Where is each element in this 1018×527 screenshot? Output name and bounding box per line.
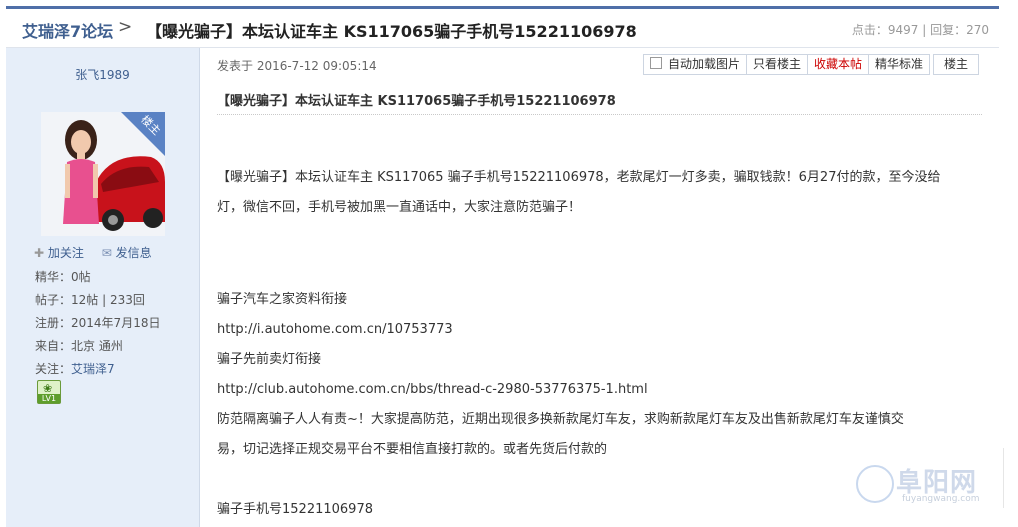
only-op-button[interactable]: 只看楼主 (745, 54, 807, 75)
floor-label-button[interactable]: 楼主 (932, 54, 979, 75)
phone-line: 骗子手机号15221106978 (217, 502, 373, 517)
stat-registered: 注册：2014年7月18日 (35, 314, 160, 331)
autohome-profile-link[interactable]: http://i.autohome.com.cn/10753773 (217, 315, 453, 345)
stat-value[interactable]: 艾瑞泽7 (71, 362, 115, 376)
author-username[interactable]: 张飞1989 (6, 66, 199, 83)
follow-label: 加关注 (47, 246, 84, 260)
watermark-domain: fuyangwang.com (902, 494, 980, 504)
stat-posts: 帖子：12帖 | 233回 (35, 291, 145, 308)
warning-line: 防范隔离骗子人人有责~！大家提高防范，近期出现很多换新款尾灯车友，求购新款尾灯车… (217, 412, 904, 427)
site-watermark: 阜阳网 fuyangwang.com (852, 462, 1002, 512)
forum-name-link[interactable]: 艾瑞泽7论坛 (22, 18, 113, 42)
floor-label: 楼主 (943, 57, 968, 71)
thread-header: 艾瑞泽7论坛 > 【曝光骗子】本坛认证车主 KS117065骗子手机号15221… (6, 9, 999, 48)
autoload-images-label: 自动加载图片 (667, 57, 740, 71)
replies-count: 270 (966, 23, 989, 37)
body-paragraph-line: 灯，微信不回，手机号被加黑一直通话中，大家注意防范骗子！ (217, 200, 582, 215)
author-actions: ✚ 加关注 ✉ 发信息 (34, 244, 166, 261)
scrollbar-fragment[interactable] (1003, 448, 1018, 508)
info-label: 骗子汽车之家资料衔接 (217, 292, 348, 307)
warning-line: 易，切记选择正规交易平台不要相信直接打款的。或者先货后付款的 (217, 442, 608, 457)
plus-icon: ✚ (34, 246, 45, 260)
level-badge: ❀ LV1 (37, 380, 61, 404)
views-label: 点击： (851, 23, 888, 37)
checkbox-icon[interactable] (649, 57, 662, 69)
breadcrumb-separator: > (118, 17, 133, 37)
watermark-logo-icon (856, 465, 894, 503)
favorite-button[interactable]: 收藏本帖 (806, 54, 868, 75)
stat-label: 精华： (35, 270, 72, 284)
author-sidebar: 张飞1989 楼主 ✚ 加关注 ✉ 发信息 精华：0帖 帖子：12帖 | 233… (6, 48, 200, 527)
autoload-images-toggle[interactable]: 自动加载图片 (642, 54, 746, 75)
views-count: 9497 (887, 23, 919, 37)
stat-value: 0帖 (71, 270, 91, 284)
post-toolbar: 自动加载图片 只看楼主 收藏本帖 精华标准 (642, 54, 930, 75)
stat-label: 帖子： (35, 293, 72, 307)
stat-following: 关注：艾瑞泽7 (35, 360, 115, 377)
sell-thread-link[interactable]: http://club.autohome.com.cn/bbs/thread-c… (217, 375, 648, 405)
send-message-button[interactable]: ✉ 发信息 (102, 246, 152, 260)
follow-button[interactable]: ✚ 加关注 (34, 246, 84, 260)
favorite-label: 收藏本帖 (813, 57, 862, 71)
sell-label: 骗子先前卖灯衔接 (217, 352, 322, 367)
level-label: LV1 (38, 394, 60, 403)
envelope-icon: ✉ (101, 246, 112, 260)
fine-standard-label: 精华标准 (874, 57, 923, 71)
post-timestamp: 发表于 2016-7-12 09:05:14 (217, 59, 377, 73)
stat-label: 注册： (35, 316, 72, 330)
stats-divider: | (922, 23, 927, 37)
thread-stats: 点击：9497 | 回复：270 (852, 21, 989, 38)
avatar[interactable]: 楼主 (41, 112, 165, 236)
stat-label: 关注： (35, 362, 72, 376)
stat-label: 来自： (35, 339, 72, 353)
replies-label: 回复： (930, 23, 967, 37)
stat-value: 2014年7月18日 (71, 316, 161, 330)
only-op-label: 只看楼主 (752, 57, 801, 71)
body-paragraph-line: 【曝光骗子】本坛认证车主 KS117065 骗子手机号15221106978，老… (217, 170, 941, 185)
fine-standard-button[interactable]: 精华标准 (867, 54, 930, 75)
dotted-divider (217, 114, 982, 115)
stat-essence: 精华：0帖 (35, 268, 91, 285)
stat-location: 来自：北京 通州 (35, 337, 123, 354)
post-content-area: 发表于 2016-7-12 09:05:14 自动加载图片 只看楼主 收藏本帖 … (200, 48, 999, 527)
message-label: 发信息 (115, 246, 152, 260)
post-subtitle: 【曝光骗子】本坛认证车主 KS117065骗子手机号15221106978 (217, 94, 616, 109)
thread-title: 【曝光骗子】本坛认证车主 KS117065骗子手机号15221106978 (146, 22, 637, 41)
stat-value: 12帖 | 233回 (71, 293, 145, 307)
stat-value: 北京 通州 (71, 339, 123, 353)
